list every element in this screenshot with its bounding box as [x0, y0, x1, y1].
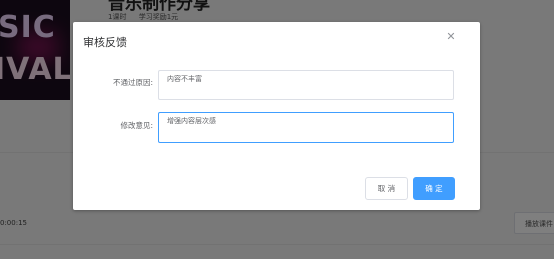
- revision-suggestion-label: 修改意见:: [120, 121, 153, 130]
- reject-reason-label: 不通过原因:: [112, 78, 153, 87]
- reject-reason-field[interactable]: 内容不丰富: [158, 70, 454, 100]
- cancel-button[interactable]: 取 消: [365, 177, 408, 200]
- confirm-button[interactable]: 确 定: [413, 177, 455, 200]
- revision-suggestion-field[interactable]: 增强内容层次感: [158, 112, 454, 143]
- review-feedback-dialog: 审核反馈 ✕ 不通过原因: 内容不丰富 修改意见: 增强内容层次感 取 消 确 …: [73, 22, 480, 210]
- close-icon[interactable]: ✕: [445, 31, 457, 43]
- dialog-title: 审核反馈: [83, 36, 127, 49]
